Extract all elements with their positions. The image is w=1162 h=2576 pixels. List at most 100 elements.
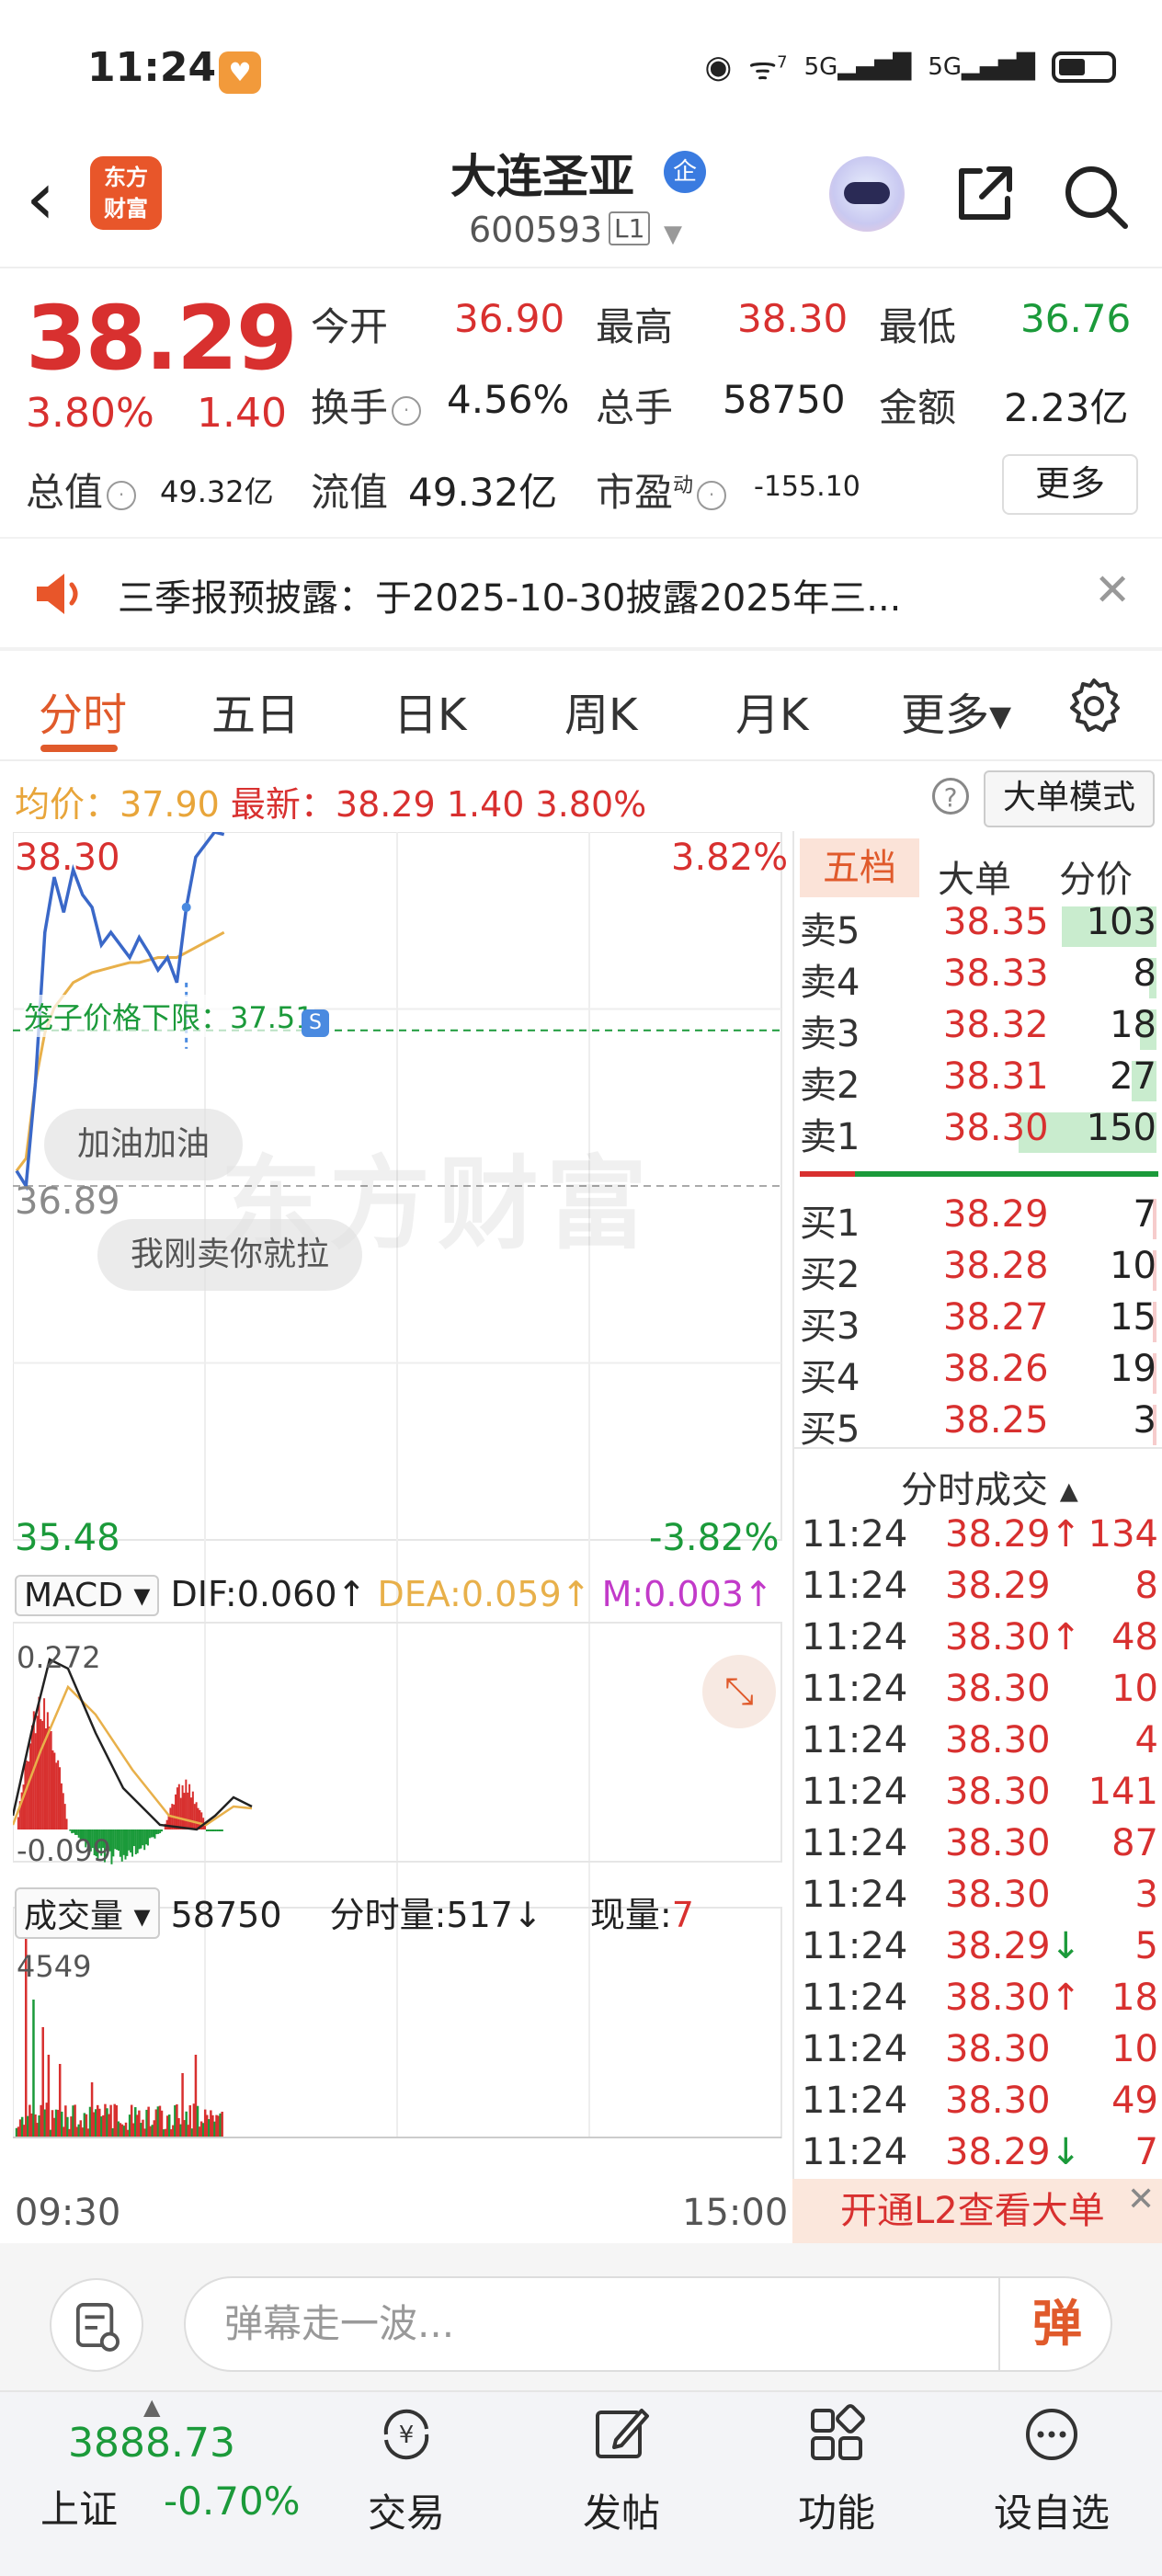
ask-row[interactable]: 卖4 38.33 8 [800,952,1158,1004]
danmu-send-button[interactable]: 弹 [998,2278,1114,2370]
back-button[interactable]: ‹ [26,162,55,235]
open-value: 36.90 [454,296,564,341]
level-badge[interactable]: L1 [609,211,650,245]
trades-title[interactable]: 分时成交 ▴ [901,1460,1078,1513]
big-order-mode-button[interactable]: 大单模式 [984,770,1155,827]
ask-row[interactable]: 卖2 38.31 27 [800,1055,1158,1107]
tab-monthly-k[interactable]: 月K [735,678,808,743]
status-app-icon: ♥ [219,51,261,94]
trade-volume: 18 [1111,1977,1158,2019]
ask-row[interactable]: 卖3 38.32 18 [800,1004,1158,1055]
ask-row[interactable]: 卖1 38.30 150 [800,1107,1158,1158]
macd-select[interactable]: MACD ▾ [15,1575,159,1616]
trade-time: 11:24 [802,2131,907,2173]
trade-time: 11:24 [802,1565,907,1607]
volume-select[interactable]: 成交量 ▾ [15,1887,160,1939]
nav-add-watchlist[interactable]: 设自选 [978,2401,1125,2538]
danmu-settings-button[interactable] [50,2278,143,2372]
signal-icon: 5G▂▄▆█ [804,53,912,81]
latest-label: 最新： [231,784,336,825]
macd-ymax: 0.272 [17,1640,101,1675]
info-icon[interactable]: · [107,481,136,510]
s-marker[interactable]: S [302,1009,329,1037]
trade-row: 11:24 38.30↑ 18 [802,1977,1160,2028]
trade-price: 38.29↓ [945,1925,1081,1967]
level-volume: 8 [1134,952,1156,995]
trade-volume: 49 [1111,2080,1158,2122]
level-price: 38.29 [943,1193,1049,1236]
bid-row[interactable]: 买4 38.26 19 [800,1348,1158,1399]
level-volume: 27 [1110,1055,1156,1098]
wifi-badge: 7 [777,53,787,73]
nav-functions[interactable]: 功能 [763,2401,910,2538]
info-icon[interactable]: · [392,396,421,426]
info-icon[interactable]: · [697,481,726,510]
level-price: 38.33 [943,952,1049,995]
speaker-icon [33,568,88,620]
ask-row[interactable]: 卖5 38.35 103 [800,901,1158,952]
wifi-icon: ᯤ7 [748,46,788,88]
status-time: 11:24 [87,44,216,91]
tab-price-split[interactable]: 分价 [1059,849,1133,903]
help-icon[interactable]: ? [932,778,969,815]
tab-daily-k[interactable]: 日K [393,678,466,743]
chevron-up-icon[interactable]: ▲ [143,2394,160,2420]
expand-icon[interactable]: ⤡ [702,1655,776,1728]
index-value[interactable]: 3888.73 [68,2420,235,2467]
trade-price: 38.30 [945,2028,1051,2070]
tab-more[interactable]: 更多▾ [901,678,1011,743]
stock-code[interactable]: 600593 [469,210,602,250]
low-value: 36.76 [1020,296,1131,341]
time-axis-start: 09:30 [15,2192,120,2234]
open-label: 今开 [311,296,388,352]
float-value: 49.32亿 [408,462,557,518]
nav-trade-label: 交易 [333,2482,480,2538]
bid-row[interactable]: 买3 38.27 15 [800,1296,1158,1348]
tab-five-levels[interactable]: 五档 [800,838,919,897]
nav-post[interactable]: 发帖 [548,2401,695,2538]
network-label-2: 5G [928,53,962,81]
price-info-line: 均价：37.90 最新：38.29 1.40 3.80% [15,776,646,826]
stock-name[interactable]: 大连圣亚 [450,140,634,206]
orderbook-divider [792,831,794,2179]
gear-icon[interactable] [1066,677,1122,732]
level-volume: 150 [1087,1107,1156,1149]
current-volume: 7 [672,1895,694,1935]
trade-row: 11:24 38.29↑ 134 [802,1513,1160,1565]
tab-weekly-k[interactable]: 周K [564,678,637,743]
bid-row[interactable]: 买2 38.28 10 [800,1245,1158,1296]
svg-text:¥: ¥ [399,2422,415,2449]
tab-big-orders[interactable]: 大单 [938,849,1011,903]
close-icon[interactable]: ✕ [1127,2181,1155,2218]
battery-icon [1052,51,1116,83]
more-icon [1019,2401,1085,2468]
danmu-input[interactable]: 弹幕走一波... [184,2276,1112,2372]
level-price: 38.26 [943,1348,1049,1390]
nav-trade[interactable]: ¥ 交易 [333,2401,480,2538]
level-label: 买2 [800,1245,860,1298]
l2-upgrade-banner[interactable]: 开通L2查看大单 [792,2179,1162,2243]
share-icon[interactable] [952,162,1017,226]
app-logo[interactable]: 东方 财富 [90,156,162,230]
level-price: 38.30 [943,1107,1049,1149]
high-value: 38.30 [737,296,848,341]
close-icon[interactable]: ✕ [1094,564,1131,616]
trade-price: 38.30 [945,2080,1051,2122]
danmu-bubble: 我刚卖你就拉 [97,1219,362,1291]
bid-row[interactable]: 买1 38.29 7 [800,1193,1158,1245]
chevron-down-icon[interactable]: ▼ [664,221,682,248]
trade-volume: 5 [1135,1925,1158,1967]
level-label: 卖1 [800,1107,860,1160]
more-button[interactable]: 更多 [1002,454,1138,515]
notice-text[interactable]: 三季报预披露：于2025-10-30披露2025年三... [118,568,901,621]
level-volume: 18 [1110,1004,1156,1046]
tab-intraday[interactable]: 分时 [39,678,127,743]
y-axis-top-pct: 3.82% [671,837,788,879]
trade-row: 11:24 38.30↑ 48 [802,1616,1160,1668]
index-name[interactable]: 上证 [40,2479,118,2535]
tab-five-day[interactable]: 五日 [211,678,300,743]
bid-row[interactable]: 买5 38.25 3 [800,1399,1158,1451]
trade-time: 11:24 [802,2080,907,2122]
index-change[interactable]: -0.70% [164,2479,301,2524]
search-icon[interactable] [1061,162,1131,232]
